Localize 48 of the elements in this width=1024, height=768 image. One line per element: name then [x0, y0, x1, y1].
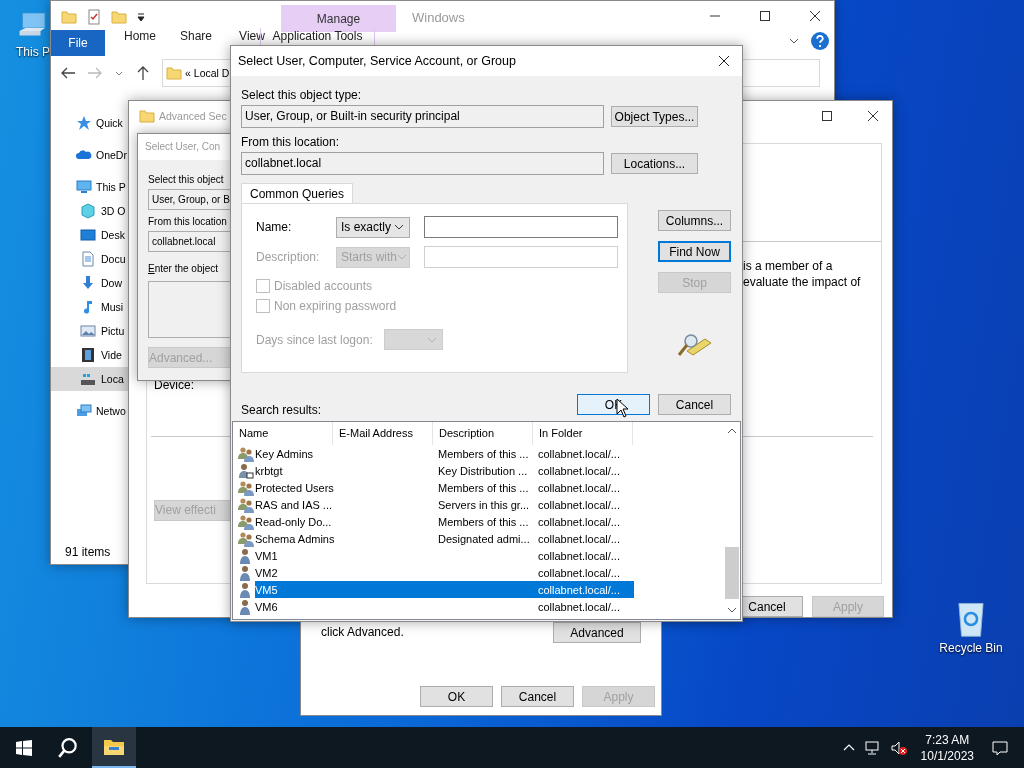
table-cell-text: collabnet.local/... — [537, 600, 621, 613]
window-title: Advanced Sec — [159, 109, 227, 122]
window-title: Select User, Con — [145, 141, 221, 152]
field-label: From this location: — [241, 135, 341, 149]
table-cell-text: VM6 — [255, 600, 279, 613]
field-label: Name: — [256, 220, 293, 234]
table-cell-text: collabnet.local/... — [537, 549, 621, 562]
table-cell-text: collabnet.local/... — [537, 447, 621, 460]
field-label: Select this object — [148, 173, 224, 187]
table-cell-text: krbtgt — [255, 464, 284, 477]
item-count: 91 items — [65, 545, 111, 559]
object-type-field: User, Group, or Built-in security principal — [241, 105, 604, 128]
window-title: Select User, Computer, Service Account, or Group — [238, 54, 516, 68]
desktop-icon-label: This P — [16, 45, 50, 59]
field-label: Enter the object — [148, 262, 219, 276]
address-path: Local D — [193, 67, 230, 79]
table-cell-text: Designated admi... — [437, 532, 531, 545]
location-field: collabnet.local — [241, 152, 604, 175]
table-cell-text: Members of this ... — [437, 481, 530, 494]
table-cell: Protected Users — [255, 481, 334, 494]
table-cell-text: Members of this ... — [437, 515, 530, 528]
table-cell-text: VM5 — [255, 583, 279, 596]
table-cell-text: Key Distribution ... — [437, 464, 529, 477]
table-cell-text: collabnet.local/... — [537, 532, 621, 545]
table-cell-text: collabnet.local/... — [537, 464, 621, 477]
table-cell-text: Key Admins — [255, 447, 315, 460]
field-label: Days since last logon: — [256, 332, 373, 347]
table-cell-text: collabnet.local/... — [537, 515, 621, 528]
window-title: Windows — [412, 10, 465, 25]
table-cell-text: collabnet.local/... — [537, 498, 621, 511]
table-cell-text: collabnet.local/... — [537, 481, 621, 494]
time-text: 7:23 AM — [925, 731, 970, 748]
description-text: is a member of a — [743, 257, 834, 274]
date-text: 10/1/2023 — [920, 747, 974, 764]
section-label: Search results: — [241, 403, 322, 417]
field-label: From this location — [148, 215, 227, 229]
table-cell-text: collabnet.local/... — [537, 583, 621, 596]
instruction-text: click Advanced. — [321, 625, 404, 639]
table-cell-text: collabnet.local/... — [537, 566, 621, 579]
field-label: Select this object type: — [241, 88, 363, 102]
desktop-icon-label: Recycle Bin — [939, 641, 1003, 655]
table-cell-text: Servers in this gr... — [437, 498, 531, 511]
table-cell-text: VM2 — [255, 566, 279, 579]
table-cell: Schema Admins — [255, 532, 334, 545]
field-label: Description: — [256, 250, 321, 264]
description-text: evaluate the impact of — [743, 273, 862, 290]
table-cell-text: VM1 — [255, 549, 279, 562]
table-cell-text: Members of this ... — [437, 447, 530, 460]
